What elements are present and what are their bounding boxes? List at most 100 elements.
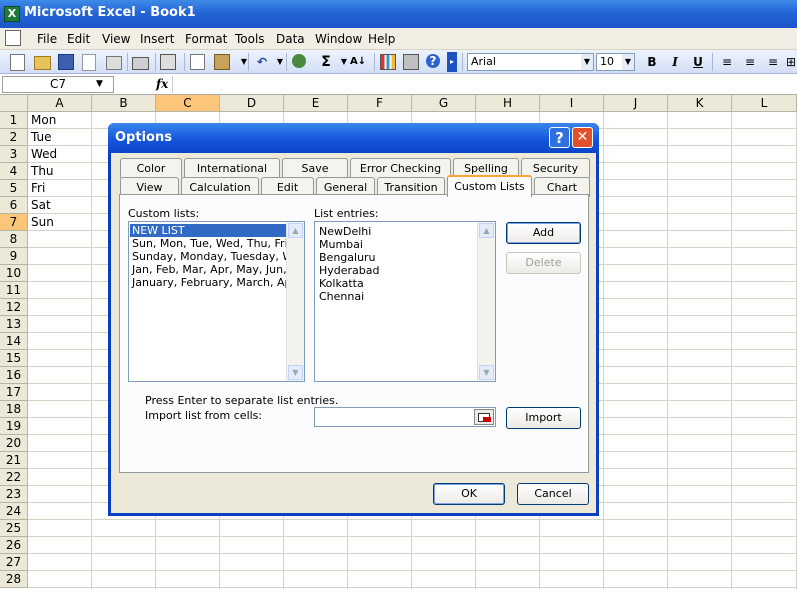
row-header-5[interactable]: 5 <box>0 180 28 197</box>
sort-ascending-icon[interactable]: A↓ <box>350 54 366 70</box>
column-header-k[interactable]: K <box>668 95 732 112</box>
menu-edit[interactable]: Edit <box>65 31 92 47</box>
menu-tools[interactable]: Tools <box>233 31 267 47</box>
chevron-down-icon[interactable]: ▼ <box>581 54 593 70</box>
help-icon[interactable]: ? <box>426 54 440 68</box>
align-right-icon[interactable]: ≡ <box>765 54 781 70</box>
excel-app-icon[interactable]: X <box>4 6 20 22</box>
row-header-1[interactable]: 1 <box>0 112 28 129</box>
row-header-13[interactable]: 13 <box>0 316 28 333</box>
row-header-9[interactable]: 9 <box>0 248 28 265</box>
column-header-h[interactable]: H <box>476 95 540 112</box>
column-header-i[interactable]: I <box>540 95 604 112</box>
column-header-f[interactable]: F <box>348 95 412 112</box>
row-header-25[interactable]: 25 <box>0 520 28 537</box>
row-header-11[interactable]: 11 <box>0 282 28 299</box>
column-header-a[interactable]: A <box>28 95 92 112</box>
row-header-24[interactable]: 24 <box>0 503 28 520</box>
dialog-close-button[interactable]: ✕ <box>572 127 593 148</box>
new-document-icon[interactable] <box>10 54 25 71</box>
tab-error-checking[interactable]: Error Checking <box>350 158 451 178</box>
row-header-8[interactable]: 8 <box>0 231 28 248</box>
import-range-input[interactable] <box>314 407 496 427</box>
menu-file[interactable]: File <box>35 31 59 47</box>
column-header-j[interactable]: J <box>604 95 668 112</box>
tab-international[interactable]: International <box>184 158 280 178</box>
cell-a4[interactable]: Thu <box>31 163 54 180</box>
add-button[interactable]: Add <box>506 222 581 244</box>
scroll-down-icon[interactable]: ▼ <box>288 365 303 380</box>
row-header-23[interactable]: 23 <box>0 486 28 503</box>
list-entries-scrollbar[interactable]: ▲ ▼ <box>477 222 495 381</box>
save-icon[interactable] <box>58 54 74 70</box>
tab-custom-lists[interactable]: Custom Lists <box>447 175 532 197</box>
row-header-12[interactable]: 12 <box>0 299 28 316</box>
row-header-14[interactable]: 14 <box>0 333 28 350</box>
custom-list-item[interactable]: Sunday, Monday, Tuesday, Wednesday <box>130 250 287 263</box>
open-folder-icon[interactable] <box>34 56 51 70</box>
ok-button[interactable]: OK <box>433 483 505 505</box>
insert-function-icon[interactable]: fx <box>156 77 168 91</box>
tab-save[interactable]: Save <box>282 158 348 178</box>
cell-a7[interactable]: Sun <box>31 214 54 231</box>
custom-list-item[interactable]: Jan, Feb, Mar, Apr, May, Jun, Jul <box>130 263 287 276</box>
cell-a6[interactable]: Sat <box>31 197 51 214</box>
cell-a2[interactable]: Tue <box>31 129 52 146</box>
scroll-up-icon[interactable]: ▲ <box>288 223 303 238</box>
formula-input[interactable] <box>172 76 794 93</box>
tab-color[interactable]: Color <box>120 158 182 178</box>
chevron-down-icon[interactable]: ▼ <box>622 54 634 70</box>
row-header-4[interactable]: 4 <box>0 163 28 180</box>
column-header-l[interactable]: L <box>732 95 797 112</box>
font-name-select[interactable]: Arial ▼ <box>467 53 594 71</box>
paste-icon[interactable] <box>214 54 230 70</box>
row-header-15[interactable]: 15 <box>0 350 28 367</box>
align-left-icon[interactable]: ≡ <box>719 54 735 70</box>
cell-a5[interactable]: Fri <box>31 180 45 197</box>
menu-format[interactable]: Format <box>183 31 229 47</box>
dialog-help-button[interactable]: ? <box>549 127 570 148</box>
row-header-21[interactable]: 21 <box>0 452 28 469</box>
column-header-c[interactable]: C <box>156 95 220 112</box>
name-box-dropdown-icon[interactable]: ▼ <box>96 79 103 89</box>
row-header-3[interactable]: 3 <box>0 146 28 163</box>
italic-button[interactable]: I <box>667 54 683 70</box>
print-icon[interactable] <box>132 57 149 70</box>
workbook-icon[interactable] <box>5 30 21 46</box>
autosum-icon[interactable]: Σ <box>318 54 334 70</box>
collapse-dialog-icon[interactable] <box>474 409 494 425</box>
dialog-title-bar[interactable]: Options ? ✕ <box>108 123 599 153</box>
custom-lists-listbox[interactable]: NEW LIST Sun, Mon, Tue, Wed, Thu, Fri, S… <box>128 221 305 382</box>
hyperlink-icon[interactable] <box>292 54 306 68</box>
row-header-18[interactable]: 18 <box>0 401 28 418</box>
underline-button[interactable]: U <box>690 54 706 70</box>
row-header-10[interactable]: 10 <box>0 265 28 282</box>
align-center-icon[interactable]: ≡ <box>742 54 758 70</box>
print-preview-icon[interactable] <box>160 54 176 70</box>
cell-a3[interactable]: Wed <box>31 146 57 163</box>
row-header-22[interactable]: 22 <box>0 469 28 486</box>
scroll-up-icon[interactable]: ▲ <box>479 223 494 238</box>
column-header-g[interactable]: G <box>412 95 476 112</box>
row-header-26[interactable]: 26 <box>0 537 28 554</box>
row-header-17[interactable]: 17 <box>0 384 28 401</box>
menu-data[interactable]: Data <box>274 31 307 47</box>
column-header-b[interactable]: B <box>92 95 156 112</box>
permission-icon[interactable] <box>82 54 96 71</box>
toolbar-options-icon[interactable]: ▸ <box>447 52 457 72</box>
font-size-select[interactable]: 10 ▼ <box>596 53 635 71</box>
menu-help[interactable]: Help <box>366 31 397 47</box>
chart-wizard-icon[interactable] <box>380 54 396 70</box>
select-all-corner[interactable] <box>0 95 28 112</box>
cell-a1[interactable]: Mon <box>31 112 56 129</box>
custom-lists-scrollbar[interactable]: ▲ ▼ <box>286 222 304 381</box>
import-button[interactable]: Import <box>506 407 581 429</box>
scroll-down-icon[interactable]: ▼ <box>479 365 494 380</box>
copy-icon[interactable] <box>190 54 205 70</box>
menu-view[interactable]: View <box>100 31 132 47</box>
column-header-d[interactable]: D <box>220 95 284 112</box>
menu-insert[interactable]: Insert <box>138 31 176 47</box>
drawing-icon[interactable] <box>403 54 419 70</box>
list-entries-textarea[interactable]: NewDelhi Mumbai Bengaluru Hyderabad Kolk… <box>314 221 496 382</box>
tab-security[interactable]: Security <box>521 158 590 178</box>
